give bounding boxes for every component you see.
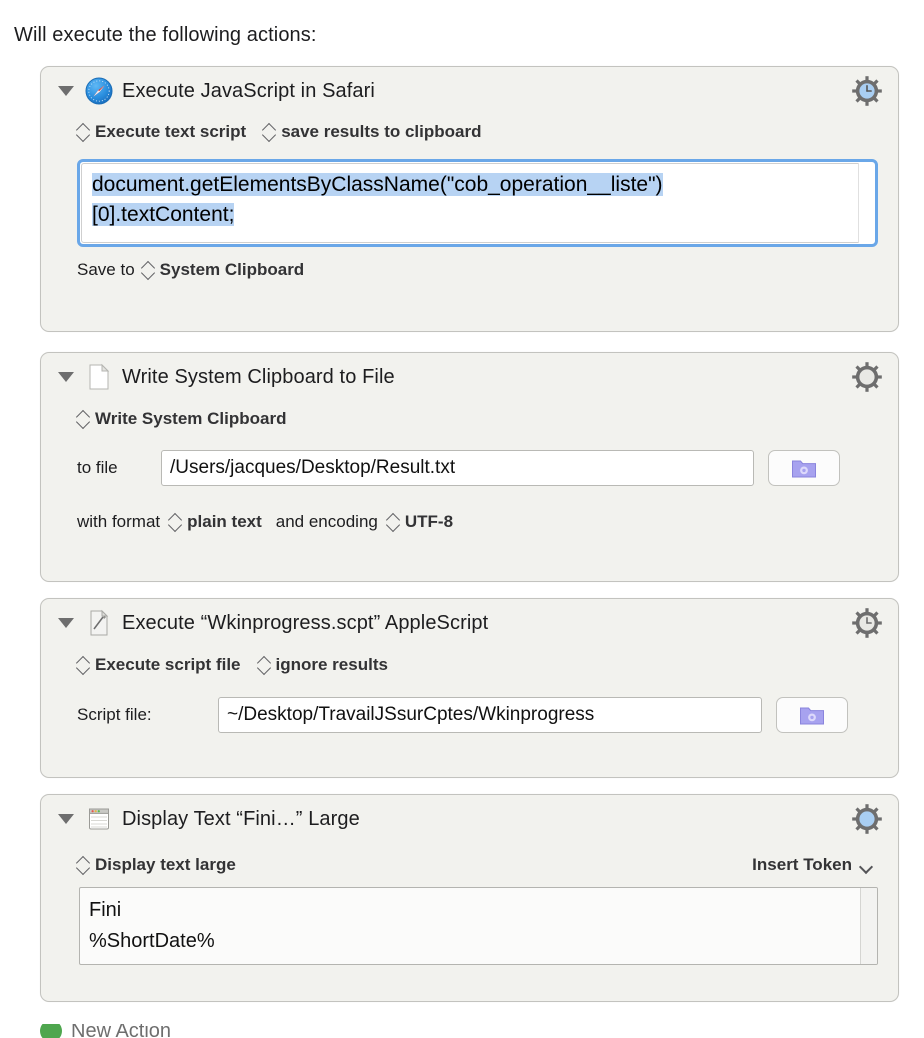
action-title-row: Execute JavaScript in Safari	[41, 67, 898, 115]
folder-gear-icon[interactable]	[768, 450, 840, 486]
action-block-execute-applescript[interactable]: Execute “Wkinprogress.scpt” AppleScript	[40, 598, 899, 778]
action-title-row: Write System Clipboard to File	[41, 353, 898, 401]
popup-save-destination-label: System Clipboard	[159, 260, 305, 279]
popup-encoding-label: UTF-8	[404, 512, 454, 531]
action-block-display-text[interactable]: Display Text “Fini…” Large Display text …	[40, 794, 899, 1002]
popup-write-source[interactable]: Write System Clipboard	[77, 409, 286, 429]
action-title-row: Execute “Wkinprogress.scpt” AppleScript	[41, 599, 898, 647]
applescript-icon	[85, 609, 113, 637]
format-label: with format	[77, 512, 161, 531]
action-options-row: Execute text script save results to clip…	[41, 115, 898, 149]
updown-chevron-icon	[77, 656, 90, 674]
display-text-line-2: %ShortDate%	[89, 930, 215, 952]
updown-chevron-icon	[263, 123, 276, 141]
popup-results-destination[interactable]: save results to clipboard	[263, 122, 481, 142]
gear-blue-icon[interactable]	[850, 802, 884, 836]
display-text-line-1: Fini	[89, 899, 122, 921]
updown-chevron-icon	[77, 410, 90, 428]
gear-gray-icon[interactable]	[850, 360, 884, 394]
insert-token-menu[interactable]: Insert Token	[752, 855, 872, 875]
action-block-write-clipboard-to-file[interactable]: Write System Clipboard to File Write Sys…	[40, 352, 899, 582]
write-source-row: Write System Clipboard	[41, 401, 898, 437]
gear-clock-blue-icon[interactable]	[850, 74, 884, 108]
action-block-execute-javascript[interactable]: Execute JavaScript in Safari Execute tex…	[40, 66, 899, 332]
action-title: Execute “Wkinprogress.scpt” AppleScript	[122, 611, 489, 634]
updown-chevron-icon	[142, 261, 155, 279]
display-text-field[interactable]: Fini %ShortDate%	[79, 887, 878, 965]
popup-execute-mode[interactable]: Execute text script	[77, 122, 246, 142]
script-file-input[interactable]: ~/Desktop/TravailJSsurCptes/Wkinprogress	[218, 697, 762, 733]
popup-applescript-results[interactable]: ignore results	[258, 655, 388, 675]
display-options-row: Display text large Insert Token	[41, 843, 898, 887]
updown-chevron-icon	[77, 856, 90, 874]
script-line-1: document.getElementsByClassName("cob_ope…	[92, 173, 663, 196]
popup-applescript-mode-label: Execute script file	[95, 655, 241, 674]
insert-token-label: Insert Token	[752, 855, 852, 874]
disclosure-triangle-icon[interactable]	[55, 80, 77, 102]
popup-applescript-results-label: ignore results	[275, 655, 388, 674]
updown-chevron-icon	[77, 123, 90, 141]
popup-format-label: plain text	[187, 512, 262, 531]
updown-chevron-icon	[258, 656, 271, 674]
new-action-row[interactable]: New Action	[40, 1024, 171, 1038]
save-to-label: Save to	[77, 260, 135, 279]
folder-gear-icon[interactable]	[776, 697, 848, 733]
kbd-maestro-actions-panel: Will execute the following actions: Exec…	[0, 0, 924, 1038]
format-encoding-row: with format plain text and encoding UTF-…	[41, 499, 898, 545]
popup-display-mode[interactable]: Display text large	[77, 855, 236, 875]
to-file-input[interactable]: /Users/jacques/Desktop/Result.txt	[161, 450, 754, 486]
page-title: Will execute the following actions:	[14, 24, 317, 46]
script-line-2: [0].textContent;	[92, 203, 235, 226]
window-icon	[85, 805, 113, 833]
popup-format[interactable]: plain text	[169, 512, 262, 532]
new-action-add-icon[interactable]	[40, 1024, 62, 1038]
chevron-down-icon	[861, 862, 872, 869]
popup-write-source-label: Write System Clipboard	[95, 409, 287, 428]
action-title: Write System Clipboard to File	[122, 365, 395, 388]
updown-chevron-icon	[387, 513, 400, 531]
javascript-source-field[interactable]: document.getElementsByClassName("cob_ope…	[77, 159, 878, 247]
disclosure-triangle-icon[interactable]	[55, 366, 77, 388]
save-to-row: Save to System Clipboard	[41, 247, 898, 293]
gear-clock-gray-icon[interactable]	[850, 606, 884, 640]
updown-chevron-icon	[169, 513, 182, 531]
action-title: Execute JavaScript in Safari	[122, 79, 375, 102]
popup-save-destination[interactable]: System Clipboard	[142, 260, 305, 280]
disclosure-triangle-icon[interactable]	[55, 612, 77, 634]
disclosure-triangle-icon[interactable]	[55, 808, 77, 830]
action-title: Display Text “Fini…” Large	[122, 807, 360, 830]
popup-encoding[interactable]: UTF-8	[387, 512, 453, 532]
popup-results-destination-label: save results to clipboard	[281, 122, 482, 141]
script-file-row: Script file: ~/Desktop/TravailJSsurCptes…	[41, 683, 898, 747]
popup-applescript-mode[interactable]: Execute script file	[77, 655, 241, 675]
new-action-label: New Action	[71, 1024, 172, 1038]
to-file-label: to file	[77, 458, 118, 477]
applescript-options-row: Execute script file ignore results	[41, 647, 898, 683]
script-scrollbar[interactable]	[858, 163, 874, 243]
javascript-source-inner[interactable]: document.getElementsByClassName("cob_ope…	[81, 163, 874, 243]
to-file-row: to file /Users/jacques/Desktop/Result.tx…	[41, 437, 898, 499]
display-text-scrollbar[interactable]	[860, 888, 877, 964]
popup-display-mode-label: Display text large	[95, 855, 236, 874]
document-icon	[85, 363, 113, 391]
action-title-row: Display Text “Fini…” Large	[41, 795, 898, 843]
script-file-label: Script file:	[77, 705, 152, 724]
popup-execute-mode-label: Execute text script	[95, 122, 247, 141]
safari-icon	[85, 77, 113, 105]
encoding-label: and encoding	[275, 512, 378, 531]
